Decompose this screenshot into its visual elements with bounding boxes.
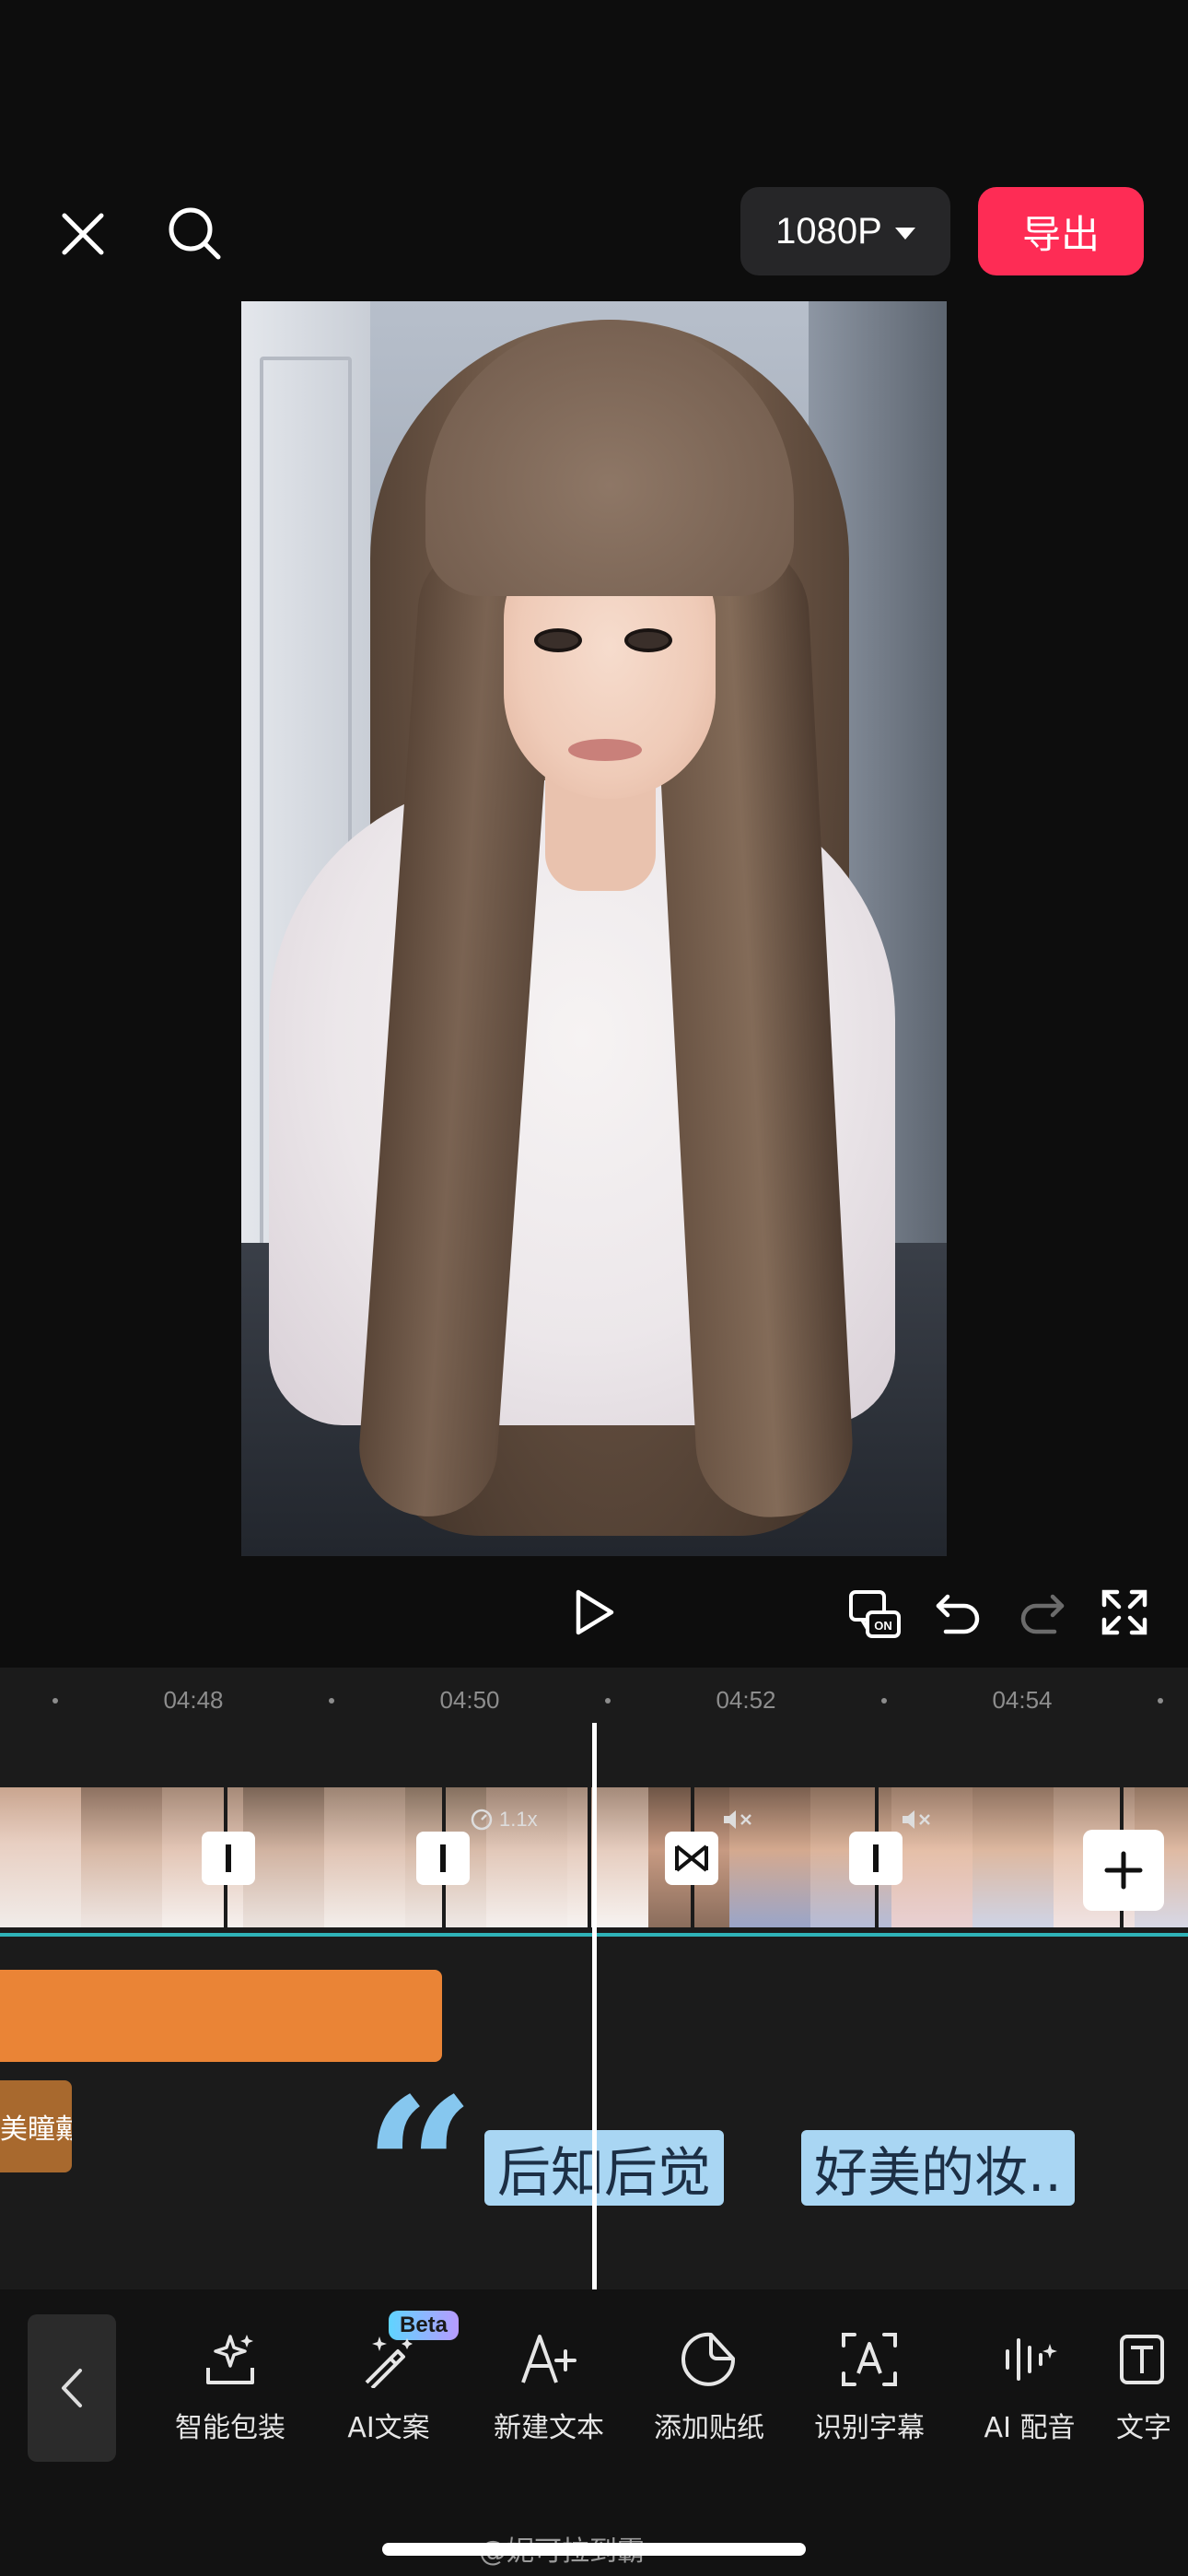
tool-auto-captions[interactable]: 识别字幕: [796, 2331, 943, 2445]
tool-text-template[interactable]: 文字: [1116, 2331, 1188, 2445]
export-button[interactable]: 导出: [978, 187, 1144, 275]
tool-label: AI 配音: [984, 2412, 1076, 2444]
tool-label: 文字: [1116, 2412, 1171, 2444]
clip-thumbnail: [973, 1787, 1054, 1927]
voice-wave-icon: [1006, 2338, 1057, 2381]
tool-label: 新建文本: [494, 2412, 604, 2444]
caption-sticker-part1[interactable]: 后知后觉: [484, 2130, 725, 2206]
clip-thumbnail: [567, 1787, 648, 1927]
magic-wand-icon: [365, 2336, 413, 2388]
tool-label: 识别字幕: [814, 2412, 925, 2444]
muted-icon: [722, 1808, 753, 1837]
tool-label: AI文案: [347, 2412, 430, 2444]
play-icon[interactable]: [571, 1587, 617, 1638]
ruler-dot: [52, 1698, 58, 1704]
caption-scan-icon: [842, 2333, 897, 2386]
clip-thumbnail: [324, 1787, 405, 1927]
ruler-dot: [1158, 1698, 1163, 1704]
transition-button[interactable]: [202, 1832, 255, 1885]
speed-value: 1.1x: [499, 1808, 538, 1831]
sticker-icon: [681, 2332, 736, 2386]
video-preview[interactable]: [241, 301, 947, 1556]
sparkle-box-icon: [206, 2335, 254, 2384]
ruler-dot: [881, 1698, 887, 1704]
tool-label: 添加贴纸: [654, 2412, 764, 2444]
speed-badge: 1.1x: [470, 1808, 538, 1832]
chevron-left-icon: [62, 2369, 82, 2407]
tool-smart-package[interactable]: 智能包装: [157, 2331, 304, 2445]
redo-icon[interactable]: [1015, 1587, 1068, 1638]
resolution-dropdown[interactable]: 1080P: [740, 187, 950, 275]
tool-add-sticker[interactable]: 添加贴纸: [635, 2331, 783, 2445]
ruler-tick-label: 04:52: [716, 1686, 776, 1714]
clip-thumbnail: [0, 1787, 81, 1927]
subject-eye-right: [624, 628, 672, 652]
tool-new-text[interactable]: 新建文本: [475, 2331, 623, 2445]
tool-ai-voiceover[interactable]: AI 配音: [956, 2331, 1103, 2445]
keyframe-on-icon[interactable]: ON: [847, 1587, 904, 1642]
toolbar-back-button[interactable]: [28, 2314, 116, 2462]
tool-ai-copywriting[interactable]: AI文案: [315, 2331, 462, 2445]
muted-icon: [901, 1808, 932, 1837]
tool-label: 智能包装: [175, 2412, 285, 2444]
caption-sticker-part2[interactable]: 好美的妆..: [801, 2130, 1075, 2206]
clip-divider: [588, 1787, 591, 1927]
fullscreen-icon[interactable]: [1098, 1587, 1151, 1638]
resolution-label: 1080P: [775, 210, 882, 252]
undo-icon[interactable]: [932, 1587, 985, 1638]
search-icon[interactable]: [162, 201, 227, 265]
ruler-tick-label: 04:50: [439, 1686, 500, 1714]
speed-gauge-icon: [471, 1809, 493, 1831]
ruler-dot: [605, 1698, 611, 1704]
transition-button[interactable]: [849, 1832, 903, 1885]
ruler-tick-label: 04:54: [992, 1686, 1053, 1714]
audio-clip[interactable]: [0, 1970, 442, 2062]
quote-sticker[interactable]: “: [364, 2073, 475, 2266]
subject-eye-left: [534, 628, 582, 652]
home-indicator[interactable]: [382, 2543, 806, 2556]
svg-text:ON: ON: [874, 1619, 892, 1633]
chevron-down-icon: [894, 227, 915, 240]
text-plus-icon: [521, 2335, 577, 2383]
ruler-tick-label: 04:48: [163, 1686, 224, 1714]
close-icon[interactable]: [53, 205, 112, 263]
ruler-dot: [329, 1698, 334, 1704]
transition-button[interactable]: [416, 1832, 470, 1885]
add-clip-button[interactable]: [1083, 1830, 1164, 1911]
text-clip[interactable]: 美瞳戴: [0, 2080, 72, 2172]
video-editor-screen: 1080P 导出 ON 04:48 04:50 04:52 04:54 1.1x…: [0, 0, 1188, 2576]
clip-thumbnail: [81, 1787, 162, 1927]
clip-thumbnail: [243, 1787, 324, 1927]
subject-lips: [568, 739, 642, 761]
playhead[interactable]: [592, 1723, 597, 2289]
transition-button-applied[interactable]: [665, 1832, 718, 1885]
text-template-icon: [1120, 2335, 1164, 2384]
